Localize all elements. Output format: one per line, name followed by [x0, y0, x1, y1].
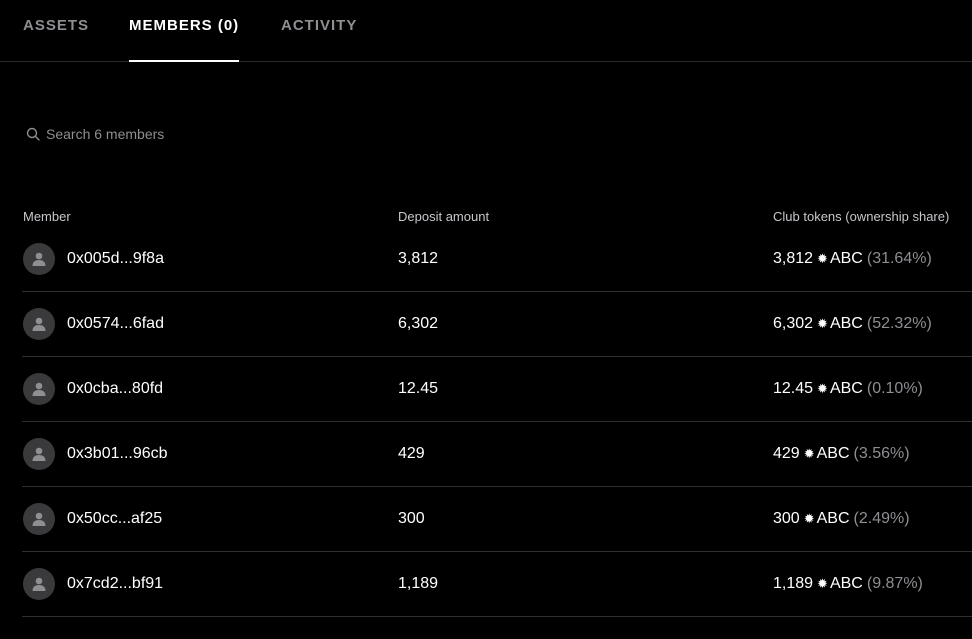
member-address[interactable]: 0x005d...9f8a	[67, 250, 164, 268]
token-symbol: ABC	[829, 315, 863, 332]
token-amount: 1,189	[773, 575, 814, 592]
table-row[interactable]: 0x005d...9f8a 3,812 3,812 ✹ ABC (31.64%)	[22, 227, 972, 292]
token-symbol: ABC	[829, 575, 863, 592]
tab-assets[interactable]: ASSETS	[23, 17, 89, 61]
deposit-amount: 6,302	[398, 315, 439, 332]
avatar	[23, 373, 55, 405]
token-amount: 300	[773, 510, 800, 527]
avatar	[23, 243, 55, 275]
user-icon	[32, 447, 46, 461]
member-address[interactable]: 0x50cc...af25	[67, 510, 162, 528]
table-header: Member Deposit amount Club tokens (owner…	[0, 209, 972, 225]
user-icon	[32, 512, 46, 526]
tab-members-label: MEMBERS (0)	[129, 17, 240, 34]
header-member: Member	[23, 209, 71, 224]
deposit-amount: 300	[398, 510, 425, 527]
ownership-share: (9.87%)	[866, 575, 923, 592]
token-amount: 6,302	[773, 315, 814, 332]
sun-icon: ✹	[817, 576, 828, 591]
table-row[interactable]: 0x50cc...af25 300 300 ✹ ABC (2.49%)	[22, 487, 972, 552]
header-deposit-amount: Deposit amount	[398, 209, 490, 224]
deposit-amount: 429	[398, 445, 425, 462]
tab-bar: ASSETS MEMBERS (0) ACTIVITY	[0, 0, 972, 62]
ownership-share: (52.32%)	[866, 315, 932, 332]
member-address[interactable]: 0x7cd2...bf91	[67, 575, 163, 593]
avatar	[23, 503, 55, 535]
user-icon	[32, 577, 46, 591]
member-cell: 0x3b01...96cb	[23, 438, 168, 470]
table-row[interactable]: 0x7cd2...bf91 1,189 1,189 ✹ ABC (9.87%)	[22, 552, 972, 617]
token-amount: 12.45	[773, 380, 814, 397]
member-cell: 0x50cc...af25	[23, 503, 162, 535]
member-address[interactable]: 0x3b01...96cb	[67, 445, 168, 463]
member-cell: 0x0cba...80fd	[23, 373, 163, 405]
sun-icon: ✹	[803, 446, 815, 461]
table-row[interactable]: 0x0574...6fad 6,302 6,302 ✹ ABC (52.32%)	[22, 292, 972, 357]
deposit-amount: 12.45	[398, 380, 439, 397]
tab-activity[interactable]: ACTIVITY	[281, 17, 357, 61]
tab-members[interactable]: MEMBERS (0)	[129, 17, 240, 62]
ownership-share: (3.56%)	[853, 445, 910, 462]
token-amount: 3,812	[773, 250, 814, 267]
ownership-share: (2.49%)	[853, 510, 910, 527]
club-tokens-cell: 3,812 ✹ ABC (31.64%)	[773, 250, 932, 268]
ownership-share: (31.64%)	[866, 250, 932, 267]
header-club-tokens: Club tokens (ownership share)	[773, 209, 950, 224]
user-icon	[32, 252, 46, 266]
club-tokens-cell: 300 ✹ ABC (2.49%)	[773, 510, 910, 528]
member-search[interactable]	[26, 124, 326, 144]
token-symbol: ABC	[816, 510, 850, 527]
sun-icon: ✹	[817, 251, 828, 266]
user-icon	[32, 317, 46, 331]
search-input[interactable]	[46, 126, 306, 142]
deposit-amount: 1,189	[398, 575, 439, 592]
club-tokens-cell: 12.45 ✹ ABC (0.10%)	[773, 380, 923, 398]
member-cell: 0x005d...9f8a	[23, 243, 164, 275]
avatar	[23, 308, 55, 340]
user-icon	[32, 382, 46, 396]
member-cell: 0x7cd2...bf91	[23, 568, 163, 600]
token-symbol: ABC	[829, 250, 863, 267]
active-tab-underline	[129, 60, 240, 62]
table-row[interactable]: 0x0cba...80fd 12.45 12.45 ✹ ABC (0.10%)	[22, 357, 972, 422]
ownership-share: (0.10%)	[866, 380, 923, 397]
avatar	[23, 568, 55, 600]
member-address[interactable]: 0x0cba...80fd	[67, 380, 163, 398]
club-tokens-cell: 429 ✹ ABC (3.56%)	[773, 445, 910, 463]
token-symbol: ABC	[829, 380, 863, 397]
club-tokens-cell: 1,189 ✹ ABC (9.87%)	[773, 575, 923, 593]
sun-icon: ✹	[817, 316, 828, 331]
sun-icon: ✹	[803, 511, 815, 526]
deposit-amount: 3,812	[398, 250, 439, 267]
member-cell: 0x0574...6fad	[23, 308, 164, 340]
sun-icon: ✹	[817, 381, 828, 396]
club-tokens-cell: 6,302 ✹ ABC (52.32%)	[773, 315, 932, 333]
search-icon	[26, 127, 40, 141]
token-amount: 429	[773, 445, 800, 462]
member-address[interactable]: 0x0574...6fad	[67, 315, 164, 333]
avatar	[23, 438, 55, 470]
table-row[interactable]: 0x3b01...96cb 429 429 ✹ ABC (3.56%)	[22, 422, 972, 487]
token-symbol: ABC	[816, 445, 850, 462]
members-table: 0x005d...9f8a 3,812 3,812 ✹ ABC (31.64%)…	[0, 227, 972, 617]
